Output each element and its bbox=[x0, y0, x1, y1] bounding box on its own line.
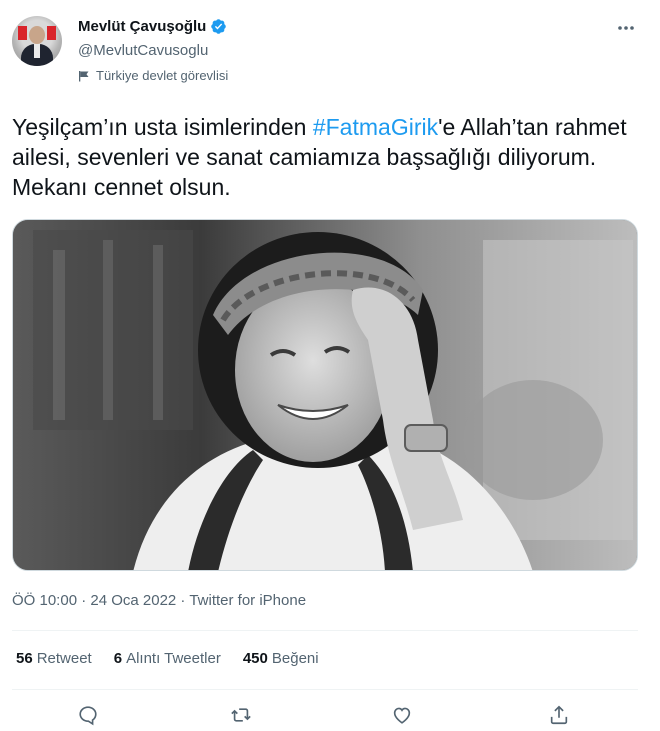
likes-count: 450 bbox=[242, 650, 268, 667]
avatar-flag-right bbox=[47, 26, 56, 40]
quotes-count: 6 bbox=[113, 650, 123, 667]
display-name[interactable]: Mevlüt Çavuşoğlu bbox=[78, 18, 206, 35]
action-bar bbox=[0, 700, 660, 731]
heart-icon[interactable] bbox=[389, 702, 415, 728]
retweet-icon[interactable] bbox=[228, 702, 254, 728]
tweet-text: Yeşilçam’ın usta isimlerinden #FatmaGiri… bbox=[12, 112, 632, 202]
avatar-flag-left bbox=[18, 26, 27, 40]
verified-badge-icon bbox=[210, 18, 227, 35]
hashtag-link[interactable]: #FatmaGirik bbox=[313, 114, 438, 140]
retweets-count: 56 bbox=[16, 650, 33, 667]
handle[interactable]: @MevlutCavusoglu bbox=[78, 42, 208, 59]
tweet-photo[interactable] bbox=[12, 219, 638, 571]
share-icon[interactable] bbox=[546, 702, 572, 728]
more-icon[interactable] bbox=[616, 18, 636, 38]
likes-stat[interactable]: 450 Beğeni bbox=[243, 650, 319, 667]
divider bbox=[12, 689, 638, 690]
avatar-head bbox=[29, 26, 45, 44]
account-label: Türkiye devlet görevlisi bbox=[78, 68, 228, 83]
name-row: Mevlüt Çavuşoğlu bbox=[78, 18, 227, 35]
flag-icon bbox=[78, 70, 90, 82]
divider bbox=[12, 630, 638, 631]
tweet: Mevlüt Çavuşoğlu @MevlutCavusoglu Türkiy… bbox=[0, 0, 660, 731]
quotes-label: Alıntı Tweetler bbox=[126, 650, 221, 667]
retweets-stat[interactable]: 56 Retweet bbox=[16, 650, 92, 667]
account-label-text: Türkiye devlet görevlisi bbox=[96, 68, 229, 83]
avatar-shirt bbox=[34, 44, 40, 58]
tweet-text-start: Yeşilçam’ın usta isimlerinden bbox=[12, 114, 313, 140]
tweet-stats: 56 Retweet 6 Alıntı Tweetler 450 Beğeni bbox=[16, 650, 319, 667]
retweets-label: Retweet bbox=[36, 650, 92, 667]
quotes-stat[interactable]: 6 Alıntı Tweetler bbox=[114, 650, 221, 667]
photo-illustration bbox=[13, 220, 637, 570]
tweet-timestamp[interactable]: ÖÖ 10:00 · 24 Oca 2022 · Twitter for iPh… bbox=[12, 592, 306, 609]
likes-label: Beğeni bbox=[271, 650, 319, 667]
avatar[interactable] bbox=[12, 16, 62, 66]
reply-icon[interactable] bbox=[75, 702, 101, 728]
